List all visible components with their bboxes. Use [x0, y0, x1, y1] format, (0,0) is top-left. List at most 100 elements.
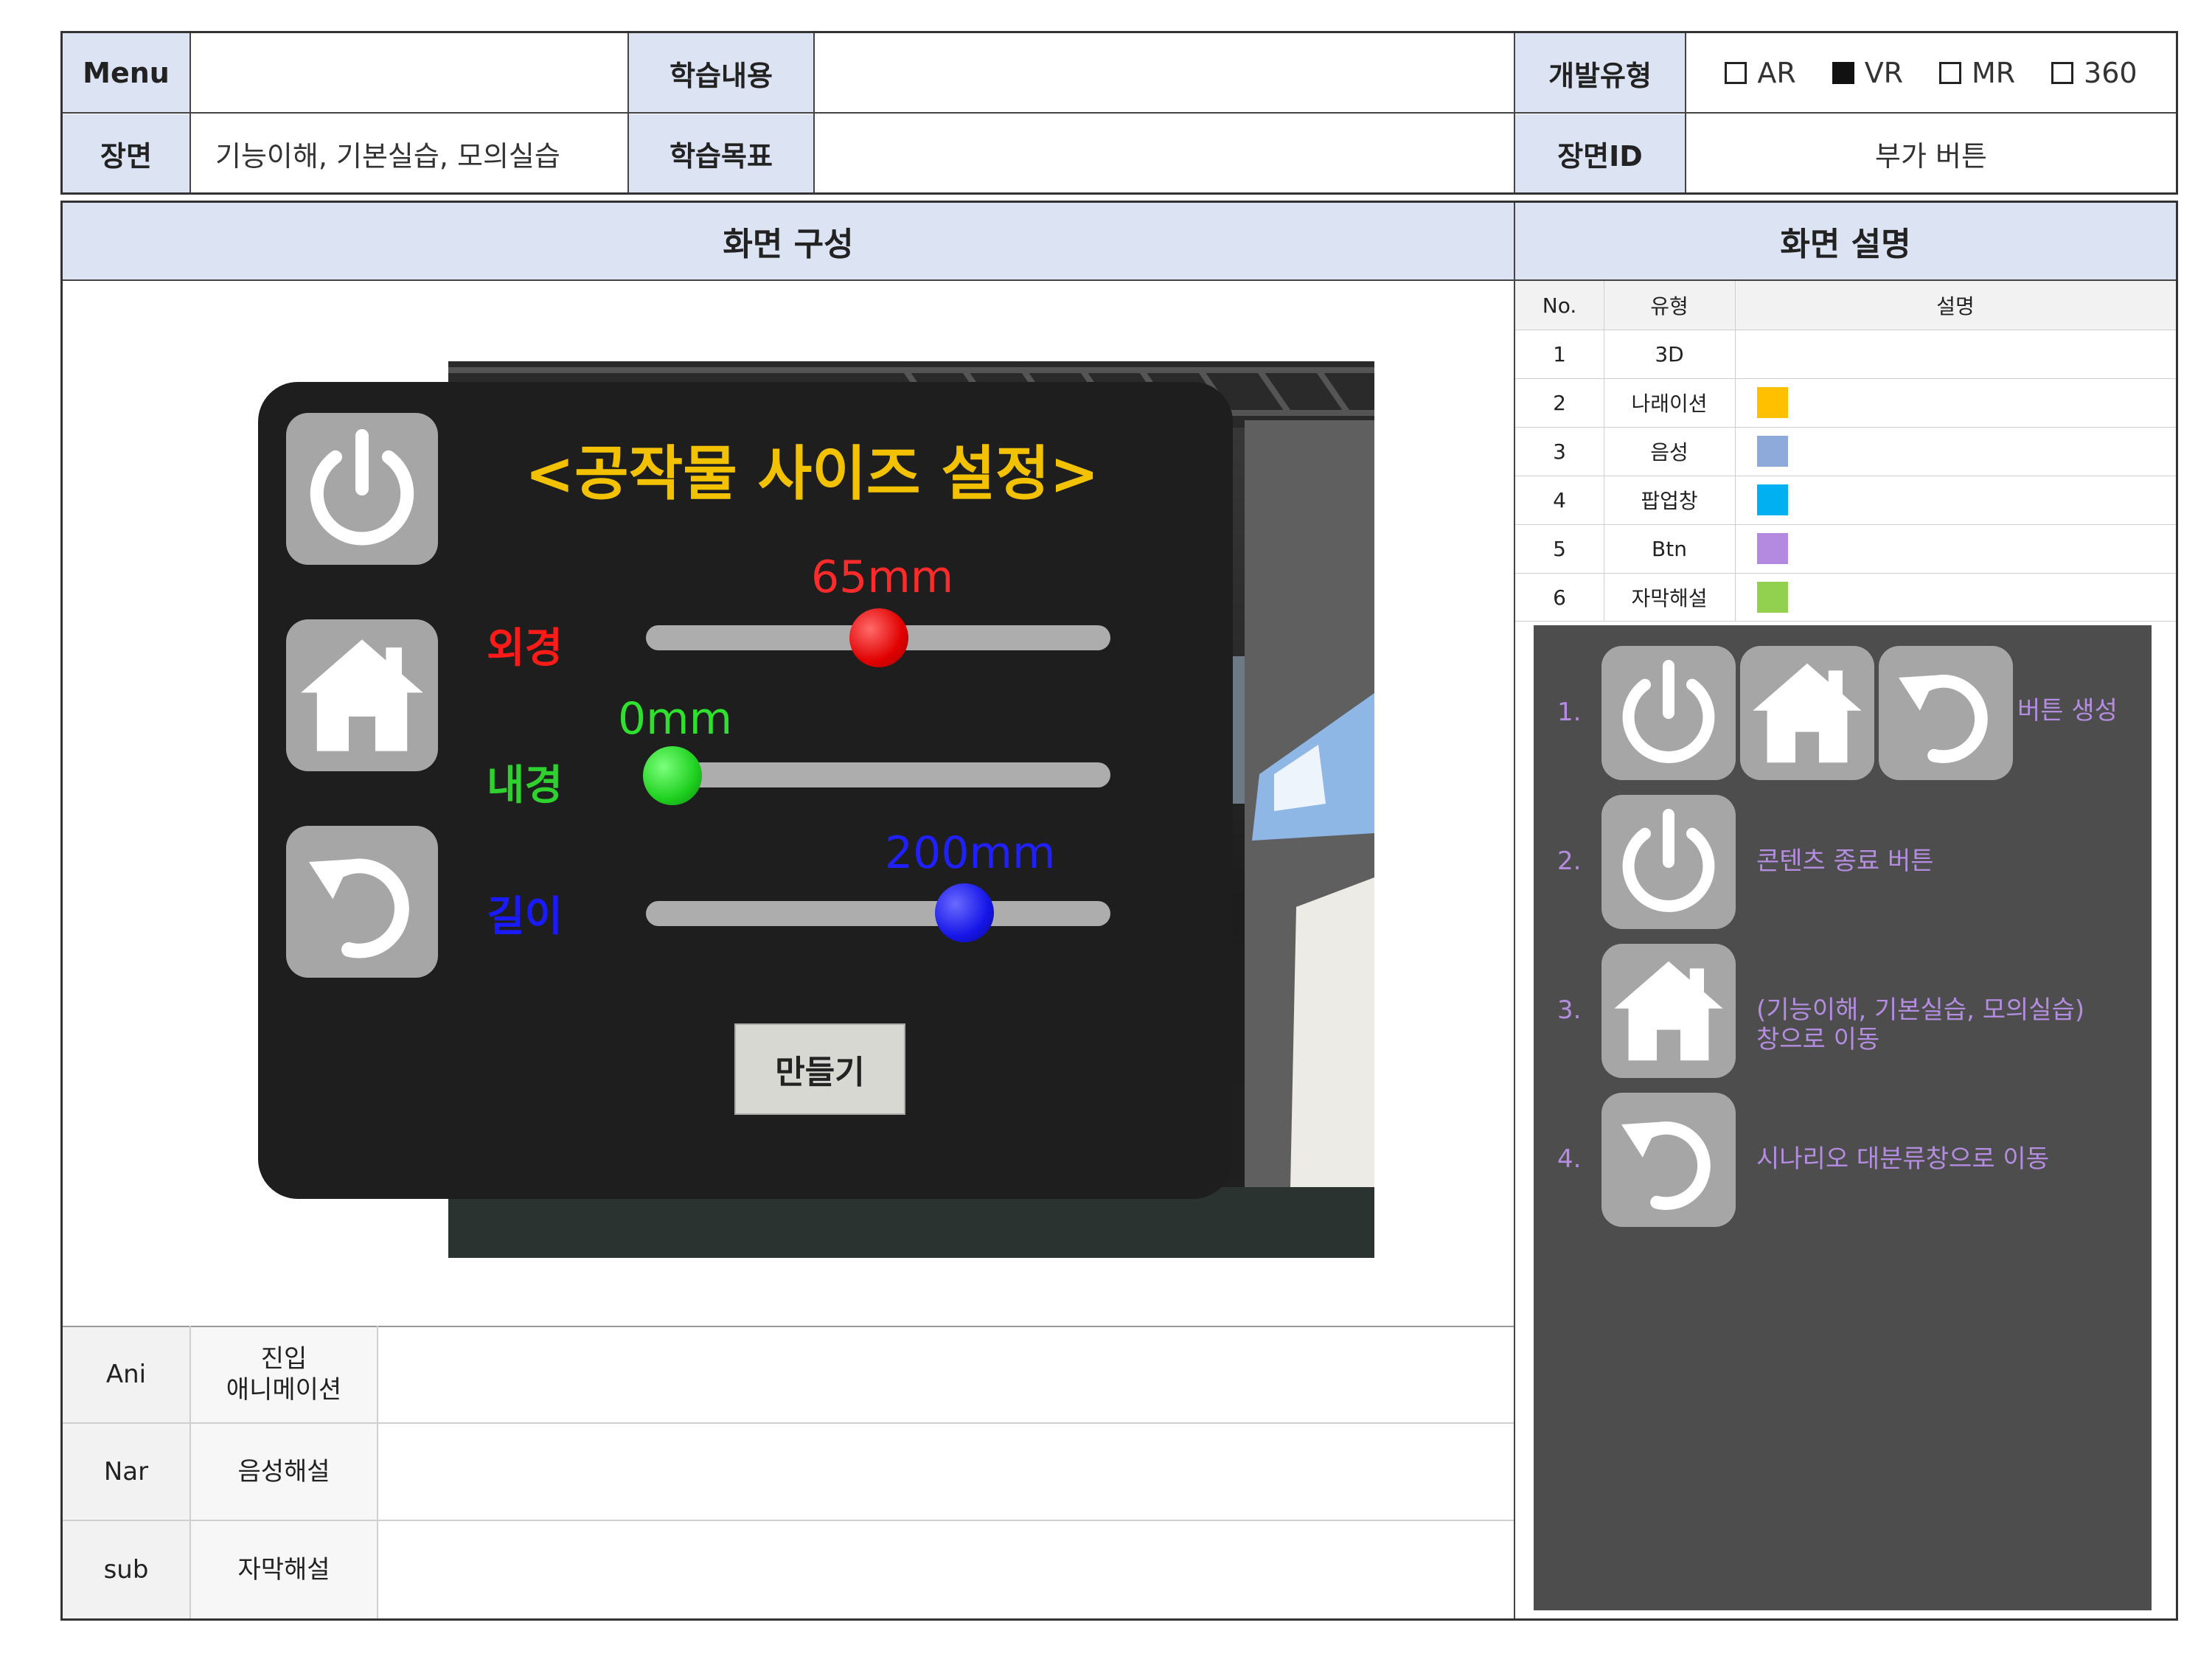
slider-inner-label: 내경	[487, 762, 563, 810]
ani-code: Ani	[105, 1360, 147, 1389]
screen-description-title: 화면 설명	[1515, 203, 2176, 279]
dev-type-vr[interactable]: VR	[1832, 57, 1903, 89]
explanation-text: 콘텐츠 종료 버튼	[1756, 846, 1934, 876]
dev-type-mr-label: MR	[1971, 57, 2016, 89]
slider-inner-knob[interactable]	[643, 746, 702, 805]
power-icon	[310, 429, 414, 546]
slider-outer-knob[interactable]	[849, 608, 908, 667]
dev-type-ar[interactable]: AR	[1725, 57, 1796, 89]
ani-label: 진입 애니메이션	[191, 1326, 377, 1423]
divider	[63, 1520, 1514, 1521]
divider	[1515, 427, 2176, 428]
make-button[interactable]: 만들기	[734, 1023, 905, 1115]
explanation-number: 2.	[1557, 846, 1582, 876]
dev-type-360-label: 360	[2084, 57, 2138, 89]
explanation-text: 버튼 생성	[2017, 696, 2118, 726]
power-icon	[1622, 809, 1715, 912]
divider	[63, 112, 2176, 114]
dev-type-label: 개발유형	[1515, 33, 1685, 113]
content-value	[815, 33, 1514, 113]
explain-undo-button	[1879, 646, 2013, 780]
dev-type-ar-label: AR	[1757, 57, 1796, 89]
divider	[377, 1326, 378, 1618]
dev-type-options: AR VR MR 360	[1686, 33, 2176, 113]
slider-length-label: 길이	[487, 893, 563, 941]
undo-icon	[309, 858, 409, 959]
game-home-button[interactable]	[286, 619, 438, 771]
sub-value	[378, 1520, 1514, 1618]
legend-header-desc: 설명	[1936, 294, 1975, 319]
legend-row-type: 나래이션	[1631, 392, 1708, 416]
legend-row-type: 자막해설	[1631, 586, 1708, 611]
divider	[63, 1326, 1514, 1327]
undo-icon	[1899, 675, 1988, 763]
legend-header-type: 유형	[1650, 294, 1688, 319]
slider-length-value: 200mm	[885, 827, 1056, 879]
slider-length-knob[interactable]	[935, 883, 994, 942]
home-icon	[1614, 961, 1723, 1061]
divider	[1514, 33, 1515, 192]
explain-home-button	[1740, 646, 1874, 780]
divider	[63, 1422, 1514, 1424]
explain-power-button	[1601, 795, 1736, 929]
ani-label-line2: 애니메이션	[226, 1375, 342, 1405]
game-power-button[interactable]	[286, 413, 438, 565]
slider-outer-value: 65mm	[811, 552, 954, 603]
divider	[813, 33, 815, 192]
legend-row-type: 음성	[1650, 440, 1688, 465]
legend-row-no: 6	[1553, 585, 1566, 610]
slider-inner-value: 0mm	[618, 693, 733, 745]
screen-composition-title: 화면 구성	[63, 203, 1514, 279]
explain-undo-button	[1601, 1093, 1736, 1227]
checkbox-empty-icon	[2051, 62, 2074, 84]
legend-row-no: 4	[1553, 487, 1566, 512]
legend-row-no: 3	[1553, 439, 1566, 464]
dev-type-mr[interactable]: MR	[1938, 57, 2016, 89]
menu-value	[191, 33, 627, 113]
power-icon	[1622, 660, 1715, 763]
nar-value	[378, 1423, 1514, 1520]
explanation-number: 1.	[1557, 698, 1582, 727]
scene-id-label: 장면ID	[1515, 114, 1685, 192]
home-icon	[301, 639, 423, 751]
legend-row-no: 5	[1553, 536, 1566, 561]
legend-swatch-narration	[1757, 387, 1788, 418]
legend-swatch-popup	[1757, 484, 1788, 515]
dev-type-vr-label: VR	[1864, 57, 1904, 89]
explanation-text-line1: (기능이해, 기본실습, 모의실습)	[1756, 995, 2085, 1025]
divider	[189, 1326, 191, 1618]
explanation-text-line2: 창으로 이동	[1756, 1025, 1880, 1054]
ani-value	[378, 1326, 1514, 1423]
sub-label: 자막해설	[237, 1554, 330, 1585]
undo-icon	[1621, 1121, 1711, 1210]
divider	[1515, 573, 2176, 574]
legend-header-no: No.	[1542, 293, 1577, 318]
explanation-number: 4.	[1557, 1144, 1582, 1174]
divider	[1685, 33, 1686, 192]
ani-label-line1: 진입	[260, 1344, 307, 1374]
scene-id-value: 부가 버튼	[1875, 139, 1987, 173]
legend-row-type: Btn	[1652, 536, 1687, 561]
game-undo-button[interactable]	[286, 826, 438, 978]
explanation-text: 시나리오 대분류창으로 이동	[1756, 1144, 2049, 1174]
slider-inner-track[interactable]	[646, 762, 1110, 787]
explanation-number: 3.	[1557, 995, 1582, 1025]
slider-length-track[interactable]	[646, 901, 1110, 926]
nar-code: Nar	[103, 1457, 149, 1486]
checkbox-filled-icon	[1832, 62, 1854, 84]
legend-table: No. 유형 설명 1 3D 2 나래이션 3 음성 4 팝업창 5 Btn 6…	[1515, 281, 2176, 622]
divider	[189, 33, 191, 192]
explain-home-button	[1601, 944, 1736, 1078]
legend-row-no: 1	[1553, 341, 1566, 366]
sub-code: sub	[103, 1554, 149, 1585]
bottom-rows: Ani 진입 애니메이션 Nar 음성해설 sub 자막해설	[63, 1326, 1514, 1618]
scene-value: 기능이해, 기본실습, 모의실습	[215, 139, 560, 173]
dev-type-360[interactable]: 360	[2051, 57, 2138, 89]
divider	[627, 33, 629, 192]
game-ui-title: <공작물 사이즈 설정>	[525, 439, 1099, 508]
checkbox-empty-icon	[1938, 62, 1961, 84]
checkbox-empty-icon	[1725, 62, 1747, 84]
divider	[1735, 281, 1736, 622]
legend-row-type: 3D	[1655, 341, 1684, 366]
scene-label: 장면	[63, 114, 189, 192]
